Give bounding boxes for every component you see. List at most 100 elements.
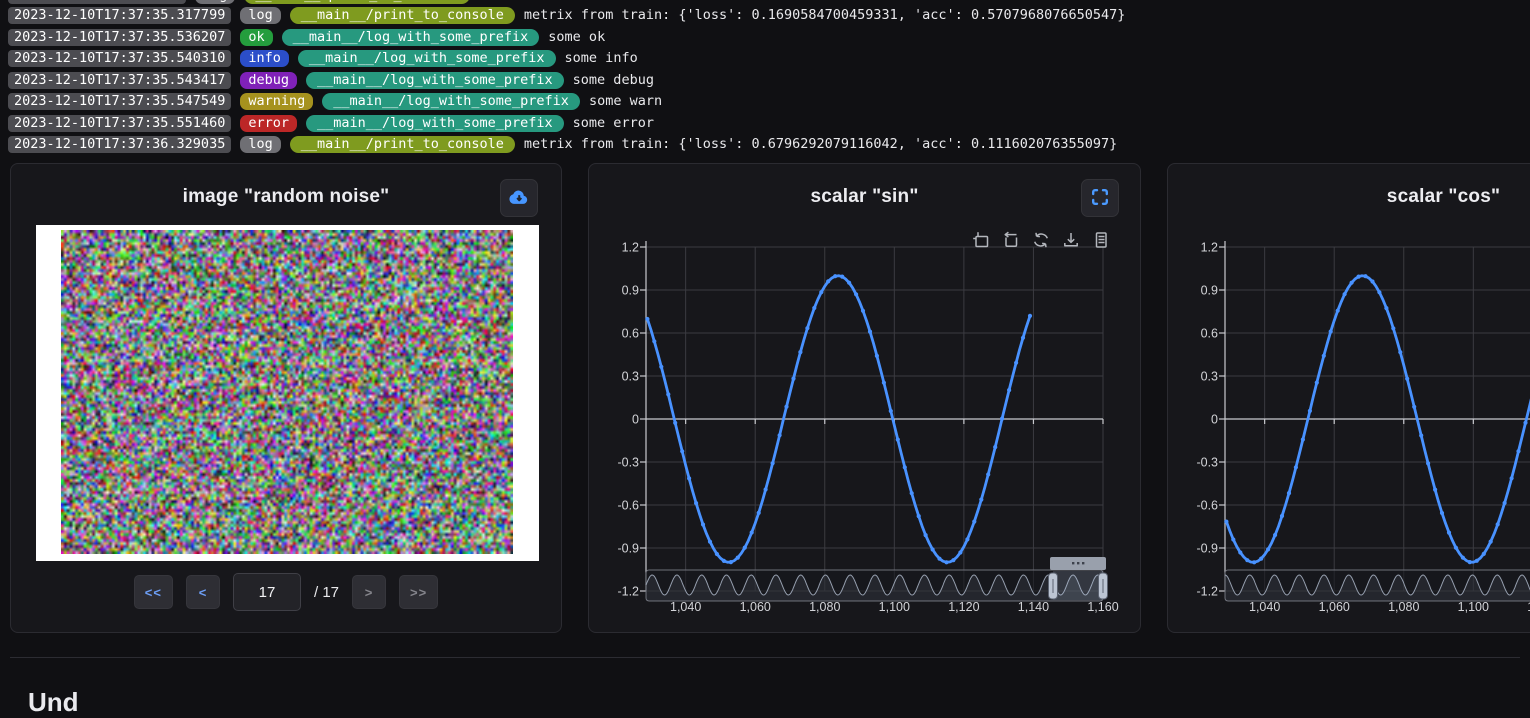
data-point-marker [722,559,726,563]
data-point-marker [1475,559,1479,563]
data-point-marker [1238,550,1242,554]
log-row: 2023-12-10T17:37:35.547549warning__main_… [8,93,1530,111]
data-point-marker [854,292,858,296]
data-point-marker [819,290,823,294]
noise-figure [36,225,539,561]
data-point-marker [1000,417,1004,421]
save-image-icon[interactable] [1061,230,1081,250]
data-point-marker [1014,361,1018,365]
cos-chart-canvas[interactable]: 1.20.90.60.30-0.3-0.6-0.9-1.21,0401,0601… [1168,164,1530,634]
y-tick-label: -0.9 [1196,542,1218,556]
data-point-marker [1322,354,1326,358]
data-point-marker [1231,537,1235,541]
data-view-icon[interactable] [1091,230,1111,250]
data-point-marker [1301,437,1305,441]
log-level-badge: debug [240,72,297,89]
log-logger-badge: __main__/log_with_some_prefix [306,72,564,89]
log-message: some info [565,50,638,68]
data-point-marker [979,498,983,502]
image-card: image "random noise" << < / 17 > >> [10,163,562,633]
log-logger-badge: __main__/log_with_some_prefix [298,50,556,67]
log-logger-badge: __main__/log_with_some_prefix [322,93,580,110]
last-page-button[interactable]: >> [399,575,438,609]
data-point-marker [1021,336,1025,340]
refresh-icon[interactable] [1031,230,1051,250]
data-point-marker [743,546,747,550]
data-point-marker [903,465,907,469]
page-total-label: / 17 [314,584,339,601]
data-point-marker [1503,501,1507,505]
log-level-badge: error [240,115,297,132]
log-timestamp: 2023-12-10T17:37:35.540310 [8,50,231,67]
log-level-badge: log [240,7,280,24]
bottom-heading: Und [28,687,79,718]
data-point-marker [1405,377,1409,381]
log-level-badge: log [240,136,280,153]
log-timestamp: 2023-12-10T17:37:35.551460 [8,115,231,132]
data-point-marker [680,449,684,453]
log-message: some error [573,115,654,133]
log-timestamp: 2023-12-10T17:37:36.329035 [8,136,231,153]
zoom-reset-icon[interactable] [1001,230,1021,250]
sin-chart-card: 1.20.90.60.30-0.3-0.6-0.9-1.21,0401,0601… [588,163,1141,633]
first-page-button[interactable]: << [134,575,173,609]
y-tick-label: -1.2 [617,585,639,599]
log-logger-badge: __main__/log_with_some_prefix [282,29,540,46]
data-point-marker [847,281,851,285]
log-console: log__main__/print_to_consolemetrix from … [8,0,1530,158]
x-tick-label: 1,160 [1087,600,1118,614]
chart-toolbox [971,230,1111,250]
data-point-marker [1329,329,1333,333]
log-message: metrix from train: {'loss': 0.1690584700… [524,7,1125,25]
datazoom-window[interactable] [1053,571,1103,600]
data-point-marker [1447,531,1451,535]
data-point-marker [840,275,844,279]
data-point-marker [1336,309,1340,313]
next-page-button[interactable]: > [352,575,386,609]
y-tick-label: 0.3 [1201,370,1218,384]
x-tick-label: 1,080 [809,600,840,614]
cards-row: image "random noise" << < / 17 > >> 1.20… [10,163,1530,633]
data-point-marker [1007,388,1011,392]
y-tick-label: 1.2 [622,241,639,255]
page-number-input[interactable] [233,573,301,611]
data-point-marker [826,279,830,283]
data-point-marker [1391,326,1395,330]
data-point-marker [701,522,705,526]
data-point-marker [805,326,809,330]
data-point-marker [1496,522,1500,526]
data-point-marker [708,540,712,544]
data-point-marker [1489,540,1493,544]
y-tick-label: 0.6 [1201,327,1218,341]
data-point-marker [1377,290,1381,294]
data-point-marker [1516,449,1520,453]
data-point-marker [1287,491,1291,495]
log-level-badge: warning [240,93,313,110]
data-point-marker [750,530,754,534]
download-image-button[interactable] [500,179,538,217]
log-row: log__main__/print_to_consolemetrix from … [8,0,1530,4]
data-point-marker [896,438,900,442]
y-tick-label: -0.6 [617,499,639,513]
fullscreen-button[interactable] [1081,179,1119,217]
log-timestamp [8,0,186,4]
log-row: 2023-12-10T17:37:36.329035log__main__/pr… [8,136,1530,154]
move-handle-grip-dot [1072,562,1074,564]
log-level-badge: log [195,0,235,4]
data-point-marker [1482,552,1486,556]
data-point-marker [764,487,768,491]
data-point-marker [972,520,976,524]
data-point-marker [944,560,948,564]
log-timestamp: 2023-12-10T17:37:35.317799 [8,7,231,24]
data-point-marker [833,274,837,278]
box-zoom-icon[interactable] [971,230,991,250]
log-level-badge: info [240,50,289,67]
x-tick-label: 1,100 [879,600,910,614]
data-point-marker [673,421,677,425]
data-point-marker [1266,547,1270,551]
data-point-marker [868,330,872,334]
prev-page-button[interactable]: < [186,575,220,609]
data-point-marker [1028,314,1032,318]
data-point-marker [917,514,921,518]
data-point-marker [993,445,997,449]
